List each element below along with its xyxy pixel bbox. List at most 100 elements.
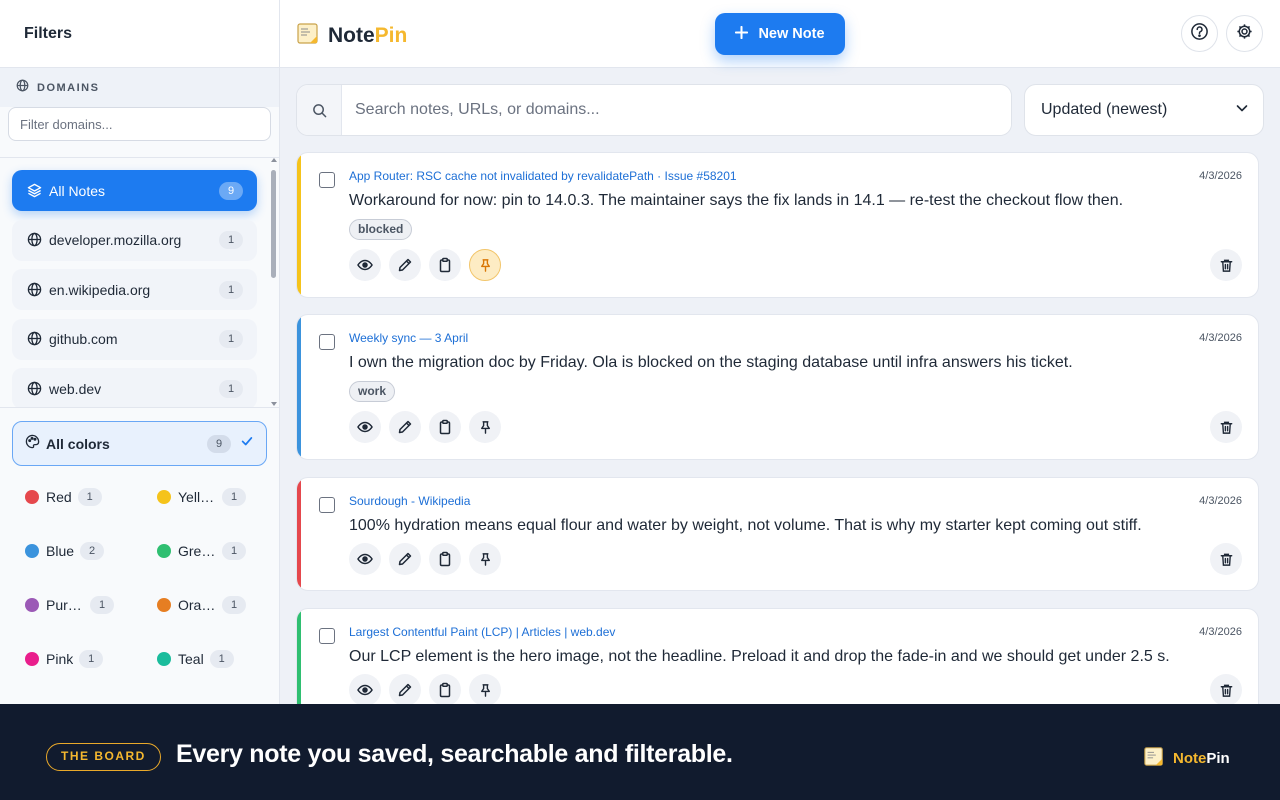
trash-icon — [1220, 421, 1232, 434]
domain-item-github[interactable]: github.com 1 — [12, 318, 257, 360]
color-count: 1 — [222, 488, 246, 506]
edit-note-button[interactable] — [389, 543, 421, 575]
all-colors-count: 9 — [207, 434, 231, 453]
sort-selected-label: Updated (newest) — [1041, 101, 1168, 118]
promo-banner: THE BOARD Every note you saved, searchab… — [0, 704, 1280, 800]
note-select-checkbox[interactable] — [319, 172, 335, 188]
delete-note-button[interactable] — [1210, 249, 1242, 281]
scroll-up-arrow[interactable] — [271, 158, 277, 162]
notes-list: App Router: RSC cache not invalidated by… — [296, 152, 1260, 704]
help-button[interactable] — [1181, 15, 1218, 52]
all-colors-button[interactable]: All colors 9 — [12, 421, 267, 466]
note-text: Workaround for now: pin to 14.0.3. The m… — [349, 192, 1124, 209]
edit-note-button[interactable] — [389, 249, 421, 281]
color-filter-pink[interactable]: Pink 1 — [25, 644, 104, 674]
settings-button[interactable] — [1226, 15, 1263, 52]
trash-icon — [1220, 259, 1232, 272]
note-card: Weekly sync — 3 April 4/3/2026 I own the… — [296, 314, 1259, 460]
pin-note-button[interactable] — [469, 411, 501, 443]
copy-note-button[interactable] — [429, 411, 461, 443]
color-filter-orange[interactable]: Orange 1 — [157, 590, 246, 620]
domain-label: All Notes — [49, 182, 106, 199]
domain-item-web-dev[interactable]: web.dev 1 — [12, 368, 257, 407]
gear-icon — [1235, 22, 1254, 46]
domain-item-developer-mozilla[interactable]: developer.mozilla.org 1 — [12, 219, 257, 261]
delete-note-button[interactable] — [1210, 543, 1242, 575]
delete-note-button[interactable] — [1210, 411, 1242, 443]
note-source-link[interactable]: Weekly sync — 3 April — [349, 331, 468, 345]
chevron-down-icon — [1235, 101, 1249, 120]
note-date: 4/3/2026 — [1199, 495, 1242, 507]
check-icon — [240, 434, 254, 453]
palette-icon — [25, 434, 40, 454]
copy-note-button[interactable] — [429, 674, 461, 704]
banner-app-name-part2: Pin — [1206, 749, 1230, 767]
note-select-checkbox[interactable] — [319, 334, 335, 350]
scrollbar-thumb[interactable] — [271, 170, 276, 278]
new-note-button[interactable]: New Note — [715, 13, 845, 55]
note-source-link[interactable]: Sourdough - Wikipedia — [349, 494, 470, 508]
all-colors-label: All colors — [46, 435, 110, 452]
note-tag[interactable]: blocked — [349, 219, 413, 240]
pin-icon — [480, 683, 490, 697]
note-source-link[interactable]: App Router: RSC cache not invalidated by… — [349, 169, 737, 183]
delete-note-button[interactable] — [1210, 674, 1242, 704]
pencil-icon — [398, 552, 412, 566]
view-note-button[interactable] — [349, 249, 381, 281]
domain-item-all-notes[interactable]: All Notes 9 — [12, 170, 257, 211]
pin-note-button[interactable] — [469, 674, 501, 704]
banner-badge: THE BOARD — [46, 743, 161, 771]
color-label: Orange — [178, 597, 216, 613]
color-label: Red — [46, 489, 72, 505]
layers-icon — [27, 183, 43, 199]
pencil-icon — [398, 683, 412, 697]
eye-icon — [357, 259, 373, 271]
color-count: 1 — [222, 596, 246, 614]
sidebar-title: Filters — [24, 25, 73, 42]
note-select-checkbox[interactable] — [319, 628, 335, 644]
copy-note-button[interactable] — [429, 249, 461, 281]
banner-tagline: Every note you saved, searchable and fil… — [176, 740, 733, 768]
note-text: I own the migration doc by Friday. Ola i… — [349, 354, 1073, 371]
note-tag[interactable]: work — [349, 381, 396, 402]
sort-select[interactable]: Updated (newest) — [1024, 84, 1264, 136]
note-select-checkbox[interactable] — [319, 497, 335, 513]
top-bar: NotePin New Note — [280, 0, 1280, 68]
view-note-button[interactable] — [349, 674, 381, 704]
note-source-link[interactable]: Largest Contentful Paint (LCP) | Article… — [349, 625, 615, 639]
note-date: 4/3/2026 — [1199, 170, 1242, 182]
color-filter-purple[interactable]: Purple 1 — [25, 590, 114, 620]
domain-label: developer.mozilla.org — [49, 232, 182, 248]
view-note-button[interactable] — [349, 411, 381, 443]
app-name-part1: Note — [328, 23, 375, 47]
color-filter-blue[interactable]: Blue 2 — [25, 536, 105, 566]
domain-filter-input[interactable] — [8, 107, 271, 141]
notepad-logo-icon — [1143, 745, 1165, 771]
scroll-down-arrow[interactable] — [271, 402, 277, 406]
domain-list-scrollbar[interactable] — [271, 158, 277, 406]
pin-note-button[interactable] — [469, 543, 501, 575]
color-filter-teal[interactable]: Teal 1 — [157, 644, 234, 674]
view-note-button[interactable] — [349, 543, 381, 575]
eye-icon — [357, 684, 373, 696]
orange-swatch — [157, 598, 171, 612]
domain-item-en-wikipedia[interactable]: en.wikipedia.org 1 — [12, 269, 257, 310]
note-color-bar — [297, 315, 301, 459]
trash-icon — [1220, 684, 1232, 697]
note-card: App Router: RSC cache not invalidated by… — [296, 152, 1259, 298]
edit-note-button[interactable] — [389, 411, 421, 443]
pin-note-button[interactable] — [469, 249, 501, 281]
copy-note-button[interactable] — [429, 543, 461, 575]
green-swatch — [157, 544, 171, 558]
color-label: Pink — [46, 651, 74, 667]
color-filter-red[interactable]: Red 1 — [25, 482, 102, 512]
plus-icon — [735, 25, 749, 43]
color-filter-green[interactable]: Green 1 — [157, 536, 246, 566]
search-input[interactable] — [342, 85, 1011, 135]
color-filter-yellow[interactable]: Yellow 1 — [157, 482, 246, 512]
edit-note-button[interactable] — [389, 674, 421, 704]
domains-heading: DOMAINS — [0, 68, 279, 107]
domain-count: 1 — [219, 231, 243, 249]
pin-icon — [480, 552, 490, 566]
note-card: Largest Contentful Paint (LCP) | Article… — [296, 608, 1259, 704]
